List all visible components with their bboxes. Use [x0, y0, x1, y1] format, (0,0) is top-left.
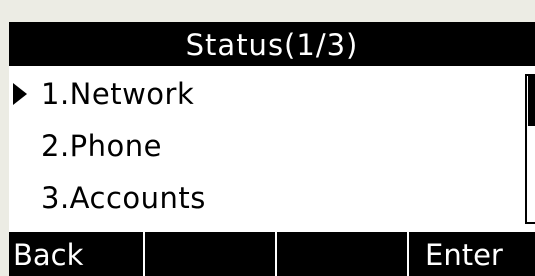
- page-title: Status(1/3): [185, 28, 359, 62]
- selection-cursor-icon: [13, 83, 27, 105]
- status-menu: 1.Network 2.Phone 3.Accounts: [9, 69, 529, 229]
- menu-item-accounts[interactable]: 3.Accounts: [9, 173, 521, 223]
- menu-item-label: 3.Accounts: [41, 181, 206, 215]
- menu-item-label: 1.Network: [41, 77, 195, 111]
- scrollbar-thumb[interactable]: [528, 76, 535, 126]
- back-softkey[interactable]: Back: [9, 232, 145, 276]
- softkey-bar: Back Enter: [9, 232, 535, 276]
- lcd-screen: Status(1/3) 1.Network 2.Phone 3.Accounts…: [9, 22, 535, 276]
- scrollbar[interactable]: [525, 74, 535, 224]
- title-bar: Status(1/3): [9, 22, 535, 66]
- menu-item-phone[interactable]: 2.Phone: [9, 121, 521, 171]
- enter-softkey[interactable]: Enter: [409, 232, 535, 276]
- menu-item-label: 2.Phone: [41, 129, 163, 163]
- softkey-3[interactable]: [277, 232, 409, 276]
- menu-item-network[interactable]: 1.Network: [9, 69, 521, 119]
- softkey-2[interactable]: [145, 232, 277, 276]
